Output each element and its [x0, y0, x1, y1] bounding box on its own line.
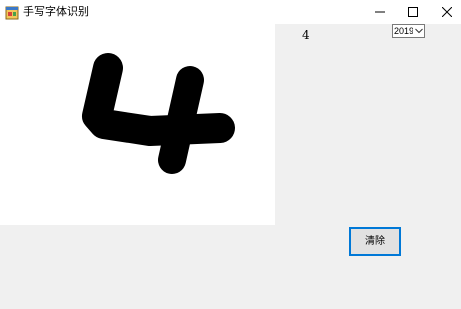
main-window: 手写字体识别 4 2019 清除 [0, 0, 461, 309]
chevron-down-icon [415, 28, 423, 34]
model-select-value: 2019 [394, 26, 413, 36]
model-select[interactable]: 2019 [392, 24, 425, 38]
close-button[interactable] [430, 0, 461, 24]
clear-button[interactable]: 清除 [349, 227, 401, 256]
handwritten-stroke [82, 53, 235, 174]
drawing-canvas[interactable] [0, 24, 275, 225]
close-icon [442, 7, 452, 17]
window-title: 手写字体识别 [23, 5, 89, 18]
maximize-button[interactable] [396, 0, 430, 24]
minimize-button[interactable] [363, 0, 397, 24]
title-bar[interactable]: 手写字体识别 [0, 0, 461, 24]
prediction-result: 4 [302, 28, 310, 42]
app-form-icon [5, 5, 19, 20]
maximize-icon [408, 7, 418, 17]
minimize-icon [375, 11, 385, 13]
